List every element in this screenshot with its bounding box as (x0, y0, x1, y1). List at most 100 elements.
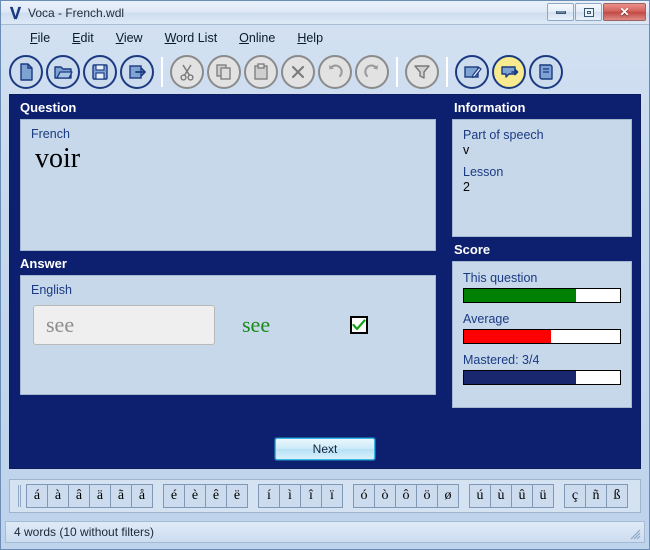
lessons-icon[interactable] (529, 54, 563, 89)
window-controls: ✕ (547, 3, 646, 21)
accent-key[interactable]: ñ (585, 484, 607, 508)
mastered-progress-fill (464, 371, 577, 384)
menu-label: dit (80, 30, 94, 45)
accent-key[interactable]: ø (437, 484, 459, 508)
voca-logo-icon (7, 5, 23, 21)
mastered-label: Mastered: 3/4 (463, 353, 540, 367)
close-button[interactable]: ✕ (603, 3, 646, 21)
menu-label: nline (248, 30, 276, 45)
new-icon[interactable] (9, 54, 43, 89)
menu-mnemonic: E (72, 30, 81, 45)
accent-key[interactable]: é (163, 484, 185, 508)
answer-section-title: Answer (20, 256, 67, 271)
accent-key[interactable]: á (26, 484, 48, 508)
answer-row: see see (21, 297, 435, 345)
accent-group-a: áàâäãå (26, 484, 153, 508)
accent-key[interactable]: ï (321, 484, 343, 508)
lesson-label: Lesson (463, 165, 504, 179)
toolbar-grip[interactable] (18, 485, 21, 507)
menu-item-file[interactable]: File (19, 28, 61, 48)
accent-key[interactable]: ö (416, 484, 438, 508)
save-icon[interactable] (83, 54, 117, 89)
filter-icon (405, 54, 439, 89)
restore-button[interactable] (575, 3, 602, 21)
accent-key-bar: áàâäãå éèêë íìîï óòôöø úùûü çñß (9, 479, 641, 513)
open-icon[interactable] (46, 54, 80, 89)
menu-label: iew (123, 30, 143, 45)
resize-grip-icon[interactable] (629, 528, 641, 540)
undo-icon (318, 54, 352, 89)
answer-language-label: English (31, 283, 72, 297)
accent-group-o: óòôöø (353, 484, 459, 508)
score-panel: This question Average Mastered: 3/4 (452, 261, 632, 408)
answer-input[interactable]: see (33, 305, 215, 345)
accent-key[interactable]: è (184, 484, 206, 508)
menu-mnemonic: H (297, 30, 307, 45)
accent-key[interactable]: ô (395, 484, 417, 508)
close-icon: ✕ (619, 5, 630, 19)
average-label: Average (463, 312, 510, 326)
menu-item-online[interactable]: Online (228, 28, 286, 48)
accent-key[interactable]: í (258, 484, 280, 508)
menu-label: ile (37, 30, 51, 45)
accent-key[interactable]: ì (279, 484, 301, 508)
accent-key[interactable]: û (511, 484, 533, 508)
checkmark-icon (352, 319, 366, 331)
restore-icon (583, 7, 594, 17)
accent-key[interactable]: ó (353, 484, 375, 508)
voca-window: Voca - French.wdl ✕ File Edit View Word … (0, 0, 650, 550)
accent-group-i: íìîï (258, 484, 343, 508)
menu-mnemonic: V (115, 30, 124, 45)
information-section-title: Information (454, 100, 526, 115)
accent-group-u: úùûü (469, 484, 554, 508)
minimize-button[interactable] (547, 3, 574, 21)
answer-correct-checkbox[interactable] (350, 316, 369, 334)
menu-bar: File Edit View Word List Online Help (1, 25, 649, 50)
accent-key[interactable]: ê (205, 484, 227, 508)
title-bar: Voca - French.wdl ✕ (1, 1, 649, 25)
information-panel: Part of speech v Lesson 2 (452, 119, 632, 237)
menu-item-word-list[interactable]: Word List (154, 28, 229, 48)
question-panel: French voir (20, 119, 436, 251)
accent-key[interactable]: à (47, 484, 69, 508)
main-body: Question French voir Answer English see … (9, 94, 641, 469)
export-icon[interactable] (120, 54, 154, 89)
left-column: Question French voir Answer English see … (10, 95, 444, 468)
menu-item-view[interactable]: View (105, 28, 154, 48)
lesson-value: 2 (463, 180, 470, 194)
practice-icon[interactable] (492, 54, 526, 89)
average-progress-fill (464, 330, 552, 343)
next-button[interactable]: Next (274, 437, 376, 461)
accent-key[interactable]: ã (110, 484, 132, 508)
menu-mnemonic: W (164, 30, 177, 45)
average-progress (463, 329, 621, 344)
menu-item-edit[interactable]: Edit (61, 28, 105, 48)
question-language-label: French (31, 127, 70, 141)
accent-key[interactable]: å (131, 484, 153, 508)
accent-key[interactable]: ä (89, 484, 111, 508)
minimize-icon (555, 10, 566, 14)
accent-key[interactable]: î (300, 484, 322, 508)
menu-label: ord List (176, 30, 218, 45)
status-text: 4 words (10 without filters) (14, 525, 155, 539)
accent-key[interactable]: ß (606, 484, 628, 508)
accent-key[interactable]: ü (532, 484, 554, 508)
paste-icon (244, 54, 278, 89)
correct-answer-text: see (242, 312, 271, 337)
menu-mnemonic: F (30, 30, 38, 45)
edit-list-icon[interactable] (455, 54, 489, 89)
accent-key[interactable]: ú (469, 484, 491, 508)
question-word: voir (35, 143, 81, 174)
accent-key[interactable]: ë (226, 484, 248, 508)
delete-icon (281, 54, 315, 89)
this-question-progress-fill (464, 289, 577, 302)
status-bar: 4 words (10 without filters) (5, 521, 645, 543)
copy-icon (207, 54, 241, 89)
answer-panel: English see see (20, 275, 436, 395)
accent-key[interactable]: ù (490, 484, 512, 508)
accent-key[interactable]: ç (564, 484, 586, 508)
accent-key[interactable]: ò (374, 484, 396, 508)
menu-item-help[interactable]: Help (286, 28, 334, 48)
accent-key[interactable]: â (68, 484, 90, 508)
toolbar (1, 50, 649, 93)
